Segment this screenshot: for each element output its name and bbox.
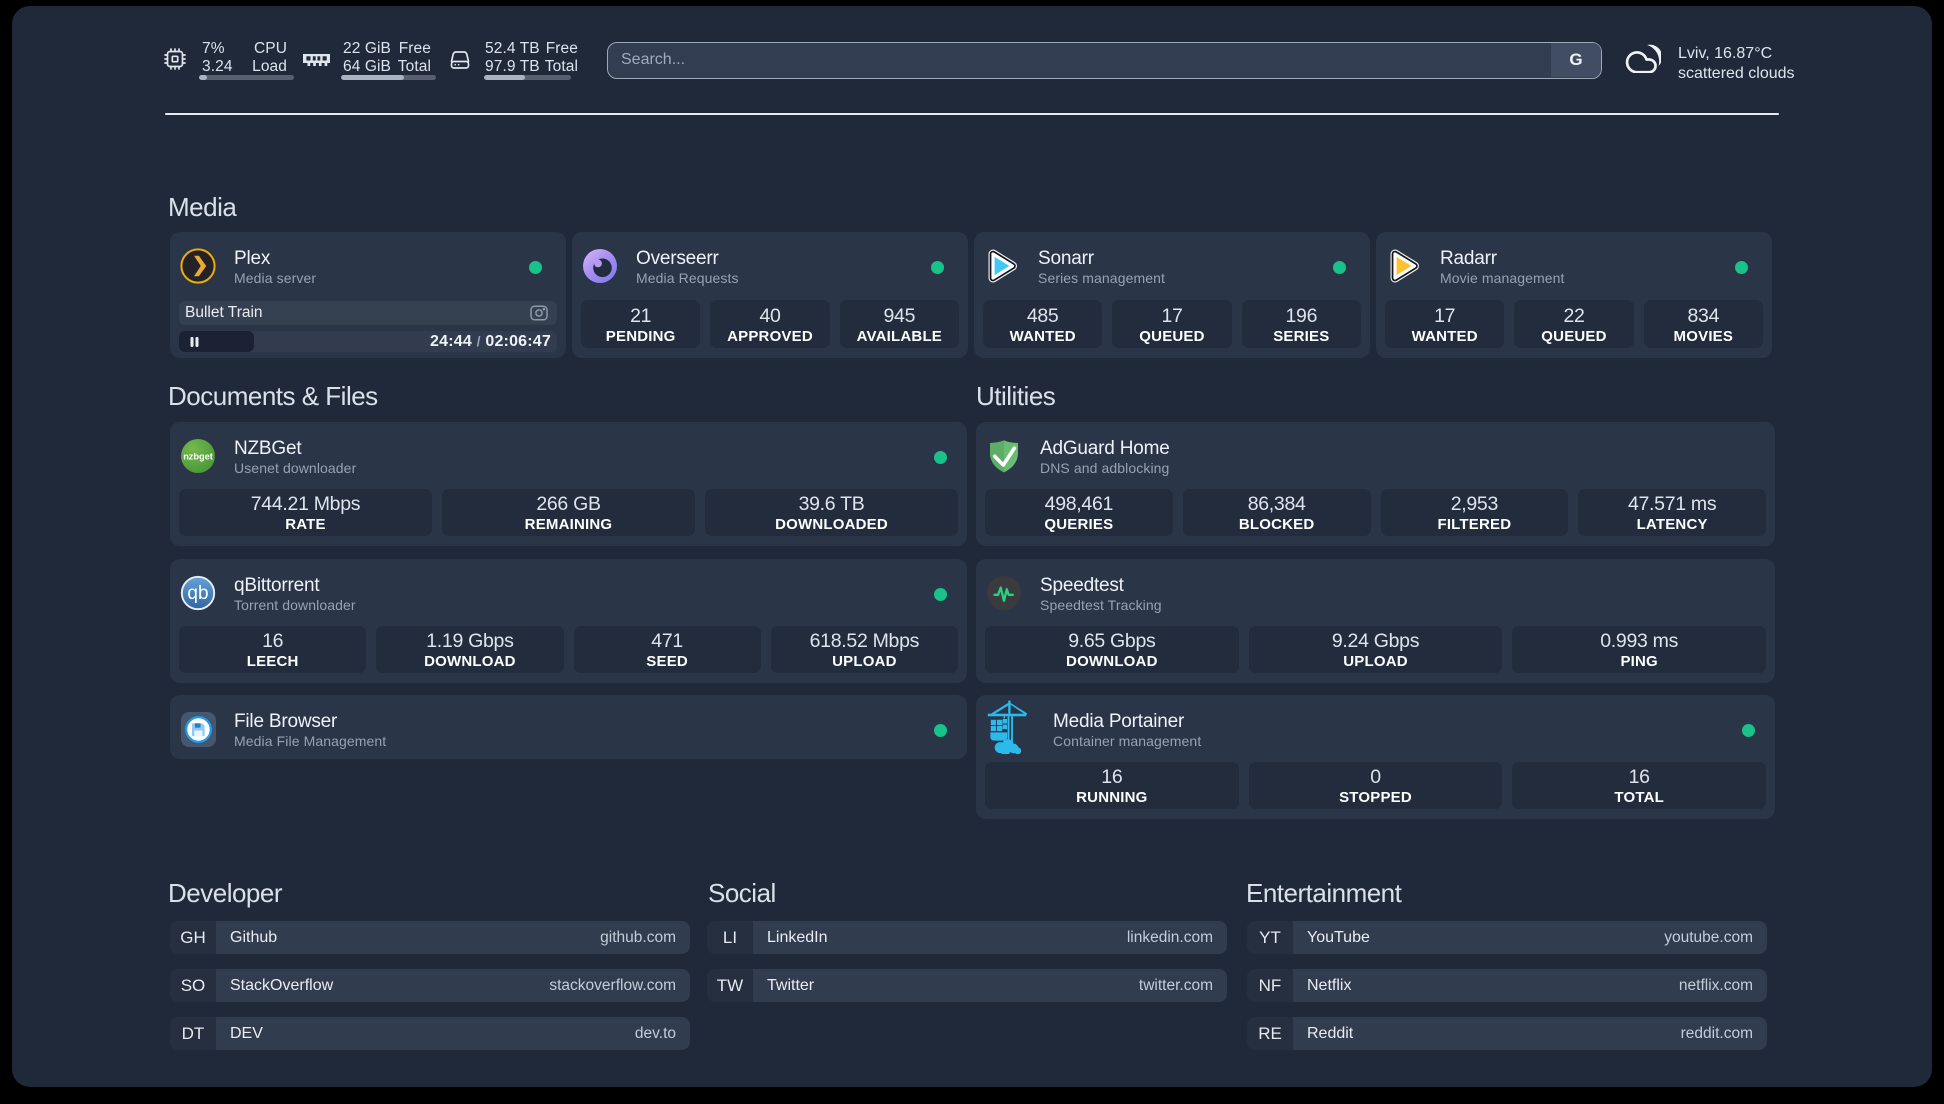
svg-text:nzbget: nzbget xyxy=(183,451,213,461)
svg-text:qb: qb xyxy=(187,583,208,604)
